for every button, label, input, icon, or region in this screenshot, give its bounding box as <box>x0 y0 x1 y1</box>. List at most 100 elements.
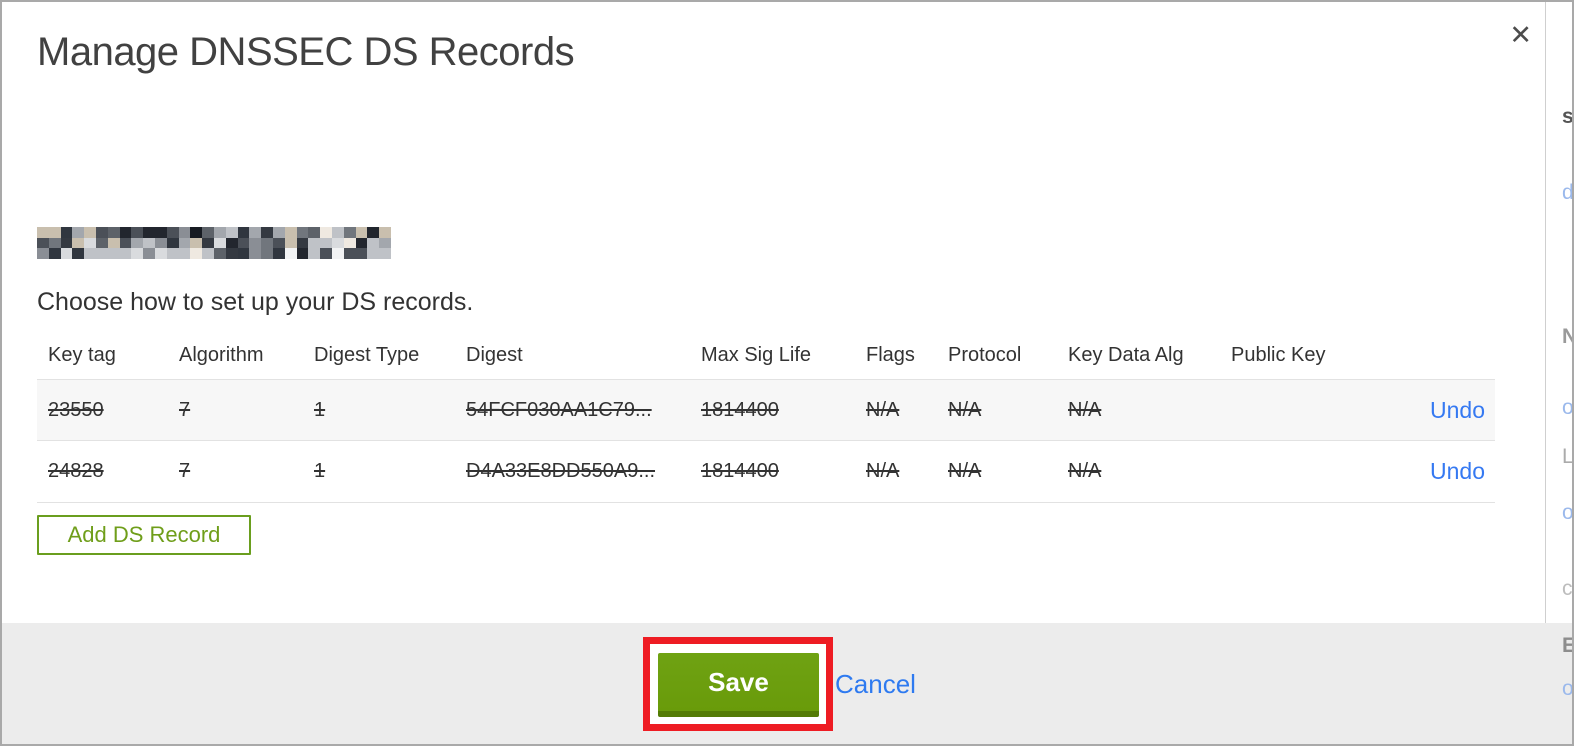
redaction-block <box>296 248 309 259</box>
cell-algorithm: 7 <box>179 460 191 482</box>
background-text-fragment: c <box>1562 578 1573 599</box>
redaction-block <box>96 237 108 249</box>
redaction-block <box>367 227 380 238</box>
redaction-block <box>273 237 285 249</box>
column-header-public-key: Public Key <box>1231 344 1326 366</box>
column-header-max-sig-life: Max Sig Life <box>701 344 812 366</box>
cell-digest-type: 1 <box>314 398 326 421</box>
cell-max-sig-life: 1814400 <box>701 398 779 421</box>
redaction-block <box>332 237 344 249</box>
redaction-block <box>84 227 96 238</box>
column-header-key-tag: Key tag <box>48 344 116 366</box>
redaction-block <box>308 227 321 238</box>
cell-digest-type: 1 <box>314 460 326 482</box>
cell-protocol: N/A <box>948 398 982 421</box>
redaction-block <box>60 237 73 249</box>
background-text-fragment: o <box>1562 397 1574 418</box>
redaction-block <box>119 248 132 259</box>
background-text-fragment: o <box>1562 678 1574 699</box>
redaction-block <box>48 248 61 259</box>
table-rows: 23550 7 1 54FCF030AA1C79... 1814400 N/A … <box>37 379 1495 503</box>
redaction-block <box>119 227 132 238</box>
cancel-link[interactable]: Cancel <box>835 669 916 700</box>
redaction-block <box>178 248 191 259</box>
undo-link[interactable]: Undo <box>1430 397 1485 423</box>
cell-key-data-alg: N/A <box>1068 460 1102 482</box>
cell-flags: N/A <box>866 460 900 482</box>
add-ds-record-button[interactable]: Add DS Record <box>37 515 251 555</box>
redaction-block <box>296 227 309 238</box>
table-row: 23550 7 1 54FCF030AA1C79... 1814400 N/A … <box>37 379 1495 440</box>
redaction-block <box>72 237 85 249</box>
redaction-block <box>96 248 108 259</box>
redaction-block <box>379 227 391 238</box>
redaction-block <box>96 227 108 238</box>
instruction-text: Choose how to set up your DS records. <box>37 288 474 316</box>
redaction-block <box>355 237 368 249</box>
redaction-block <box>367 237 380 249</box>
redaction-block <box>343 237 356 249</box>
close-icon[interactable]: ✕ <box>1509 22 1532 49</box>
page-title: Manage DNSSEC DS Records <box>37 30 575 74</box>
cell-digest: D4A33E8DD550A9... <box>466 460 656 482</box>
background-page-edge-divider <box>1545 2 1546 623</box>
redaction-block <box>155 237 167 249</box>
redaction-block <box>320 248 332 259</box>
column-header-flags: Flags <box>866 344 915 366</box>
redaction-block <box>332 227 344 238</box>
table-row: 24828 7 1 D4A33E8DD550A9... 1814400 N/A … <box>37 440 1495 503</box>
redaction-block <box>379 237 391 249</box>
redaction-block <box>84 248 96 259</box>
column-header-digest: Digest <box>466 344 523 366</box>
redaction-block <box>343 248 356 259</box>
redaction-block <box>84 237 96 249</box>
redaction-block <box>166 227 179 238</box>
redaction-block <box>37 227 49 238</box>
background-text-fragment: o <box>1562 502 1574 523</box>
redaction-block <box>379 248 391 259</box>
redaction-block <box>131 248 144 259</box>
cell-digest: 54FCF030AA1C79... <box>466 398 652 421</box>
redaction-block <box>131 237 144 249</box>
redaction-block <box>202 227 214 238</box>
redaction-block <box>261 227 273 238</box>
column-header-protocol: Protocol <box>948 344 1022 366</box>
redaction-block <box>237 237 250 249</box>
redaction-block <box>355 248 368 259</box>
redaction-block <box>249 237 262 249</box>
redaction-block <box>214 237 226 249</box>
dnssec-modal: Manage DNSSEC DS Records ✕ Choose how to… <box>0 0 1574 746</box>
redaction-block <box>155 227 167 238</box>
redaction-block <box>308 248 321 259</box>
redaction-block <box>261 237 273 249</box>
background-text-fragment: N <box>1562 326 1572 347</box>
save-button[interactable]: Save <box>658 653 819 717</box>
redaction-block <box>273 227 285 238</box>
redaction-block <box>143 237 155 249</box>
redaction-block <box>296 237 309 249</box>
redaction-block <box>225 248 238 259</box>
redaction-block <box>332 248 344 259</box>
background-text-fragment: E <box>1562 635 1572 656</box>
cell-protocol: N/A <box>948 460 982 482</box>
redaction-block <box>143 227 155 238</box>
redaction-block <box>273 248 285 259</box>
redaction-block <box>320 227 332 238</box>
redaction-block <box>190 248 203 259</box>
redaction-block <box>214 227 226 238</box>
ds-records-table: Key tag Algorithm Digest Type Digest Max… <box>37 332 1495 503</box>
redaction-block <box>72 248 85 259</box>
undo-link[interactable]: Undo <box>1430 458 1485 484</box>
redaction-block <box>37 248 49 259</box>
redaction-block <box>178 237 191 249</box>
redaction-block <box>308 237 321 249</box>
column-header-algorithm: Algorithm <box>179 344 264 366</box>
redaction-block <box>284 237 297 249</box>
redaction-block <box>60 227 73 238</box>
redaction-block <box>284 248 297 259</box>
redaction-block <box>143 248 155 259</box>
redaction-block <box>178 227 191 238</box>
redaction-block <box>190 227 203 238</box>
cell-key-tag: 24828 <box>48 460 104 482</box>
redaction-block <box>261 248 273 259</box>
